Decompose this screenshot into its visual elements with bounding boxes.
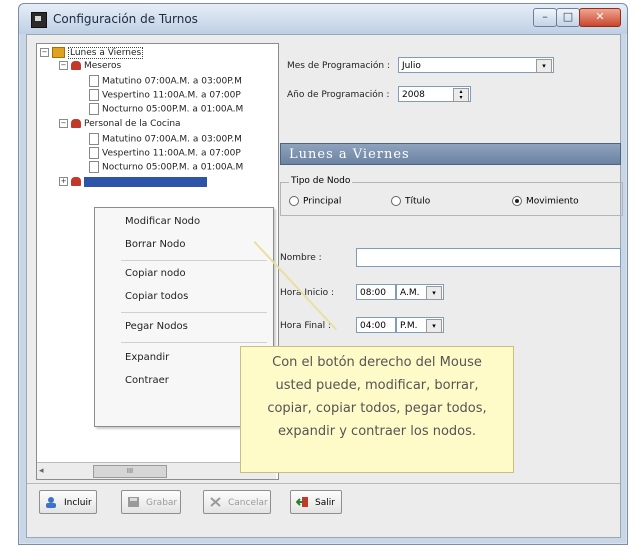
menu-separator <box>121 342 267 343</box>
chevron-down-icon[interactable]: ▾ <box>426 319 442 333</box>
folder-icon <box>52 47 65 58</box>
app-window: Configuración de Turnos – □ ✕ − Lunes a V… <box>18 3 628 545</box>
scroll-left-icon[interactable]: ◂ <box>39 466 44 476</box>
tree-node-shift[interactable]: Matutino 07:00A.M. a 03:00P.M <box>89 75 242 88</box>
tree-node-shift[interactable]: Nocturno 05:00P.M. a 01:00A.M <box>89 103 243 116</box>
anio-spinner[interactable]: 2008 ▴ ▾ <box>398 86 471 102</box>
group-icon <box>71 119 81 128</box>
help-tooltip: Con el botón derecho del Mouse usted pue… <box>240 346 514 473</box>
maximize-button[interactable]: □ <box>556 8 580 27</box>
collapse-icon[interactable]: − <box>59 119 68 128</box>
menu-item-contraer[interactable]: Contraer <box>125 375 169 386</box>
tipo-nodo-label: Tipo de Nodo <box>289 176 353 186</box>
menu-item-borrar[interactable]: Borrar Nodo <box>125 239 186 250</box>
hora-final-ampm-select[interactable]: P.M. ▾ <box>396 317 444 333</box>
chevron-down-icon[interactable]: ▾ <box>536 59 552 73</box>
nombre-input[interactable] <box>356 248 621 267</box>
document-icon <box>89 89 99 101</box>
menu-item-pegar[interactable]: Pegar Nodos <box>125 321 188 332</box>
spinner-arrows-icon[interactable]: ▴ ▾ <box>453 88 469 102</box>
tree-node-shift[interactable]: Matutino 07:00A.M. a 03:00P.M <box>89 133 242 146</box>
scroll-thumb[interactable]: III <box>93 465 167 478</box>
client-area: − Lunes a Viernes − Meseros Matutino 07:00… <box>26 34 623 538</box>
radio-titulo[interactable]: Título <box>391 196 430 207</box>
tree-node-almacenes[interactable]: + Encargados de Almacenes <box>59 176 207 188</box>
exit-icon <box>296 497 308 507</box>
tree-node-shift[interactable]: Vespertino 11:00A.M. a 07:00P <box>89 89 241 102</box>
nombre-label: Nombre : <box>280 253 322 263</box>
incluir-button[interactable]: Incluir <box>39 490 97 514</box>
tree-node-cocina[interactable]: − Personal de la Cocina <box>59 118 181 130</box>
radio-movimiento[interactable]: Movimiento <box>512 196 579 207</box>
radio-icon[interactable] <box>391 196 401 206</box>
salir-button[interactable]: Salir <box>290 490 342 514</box>
title-bar: Configuración de Turnos – □ ✕ <box>19 4 627 34</box>
save-icon <box>128 497 139 507</box>
radio-checked-icon[interactable] <box>512 196 522 206</box>
grabar-button[interactable]: Grabar <box>121 490 181 514</box>
cancel-icon <box>210 497 221 507</box>
tree-node-shift[interactable]: Vespertino 11:00A.M. a 07:00P <box>89 147 241 160</box>
document-icon <box>89 103 99 115</box>
menu-item-expandir[interactable]: Expandir <box>125 352 169 363</box>
app-icon <box>31 12 47 28</box>
hora-final-label: Hora Final : <box>280 321 331 331</box>
hora-inicio-ampm-select[interactable]: A.M. ▾ <box>396 284 444 300</box>
radio-icon[interactable] <box>289 196 299 206</box>
menu-separator <box>121 312 267 313</box>
menu-item-modificar[interactable]: Modificar Nodo <box>125 216 200 227</box>
hora-inicio-input[interactable]: 08:00 <box>356 284 396 300</box>
menu-item-copiar-nodo[interactable]: Copiar nodo <box>125 268 186 279</box>
menu-separator <box>121 260 267 261</box>
expand-icon[interactable]: + <box>59 177 68 186</box>
radio-principal[interactable]: Principal <box>289 196 341 207</box>
menu-item-copiar-todos[interactable]: Copiar todos <box>125 291 188 302</box>
minimize-button[interactable]: – <box>533 8 557 27</box>
document-icon <box>89 75 99 87</box>
document-icon <box>89 161 99 173</box>
cancelar-button[interactable]: Cancelar <box>203 490 271 514</box>
group-icon <box>71 61 81 70</box>
document-icon <box>89 147 99 159</box>
hora-final-input[interactable]: 04:00 <box>356 317 396 333</box>
mes-select[interactable]: Julio ▾ <box>398 57 554 73</box>
tree-node-shift[interactable]: Nocturno 05:00P.M. a 01:00A.M <box>89 161 243 174</box>
chevron-down-icon[interactable]: ▾ <box>426 286 442 300</box>
collapse-icon[interactable]: − <box>59 61 68 70</box>
close-button[interactable]: ✕ <box>579 8 621 27</box>
tipo-nodo-group: Tipo de Nodo Principal Título Movimiento <box>280 176 623 216</box>
section-header: Lunes a Viernes <box>280 143 621 165</box>
add-person-icon <box>46 497 56 508</box>
document-icon <box>89 133 99 145</box>
collapse-icon[interactable]: − <box>40 48 49 57</box>
tree-node-lunes-viernes[interactable]: − Lunes a Viernes <box>40 47 144 59</box>
window-title: Configuración de Turnos <box>53 12 198 26</box>
mes-label: Mes de Programación : <box>287 61 391 71</box>
tree-node-meseros[interactable]: − Meseros <box>59 60 121 72</box>
bottom-divider <box>27 483 620 484</box>
anio-label: Año de Programación : <box>287 90 390 100</box>
group-icon <box>71 177 81 186</box>
